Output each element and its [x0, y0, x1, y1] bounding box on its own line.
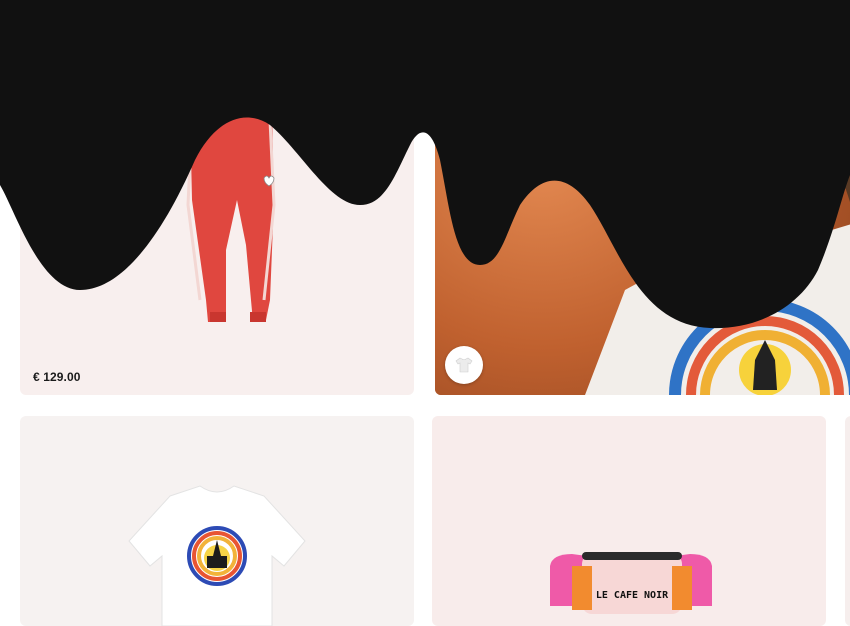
- white-tshirt-image: [128, 485, 306, 626]
- belt-bag-image: LE CAFE NOIR: [550, 552, 712, 614]
- tshirt-thumbnail-icon: [455, 357, 473, 373]
- product-price: € 129.00: [33, 370, 81, 384]
- product-card-photo[interactable]: [435, 0, 850, 395]
- product-card-tee[interactable]: [20, 416, 414, 626]
- bag-print-text: LE CAFE NOIR: [596, 590, 669, 601]
- red-track-pants-image: [186, 115, 276, 322]
- model-wearing-tee-photo: [435, 0, 850, 395]
- tshirt-thumbnail-button[interactable]: [445, 346, 483, 384]
- product-card-partial[interactable]: [845, 416, 850, 626]
- product-card-pants[interactable]: € 129.00: [20, 0, 414, 395]
- product-card-bag[interactable]: LE CAFE NOIR: [432, 416, 826, 626]
